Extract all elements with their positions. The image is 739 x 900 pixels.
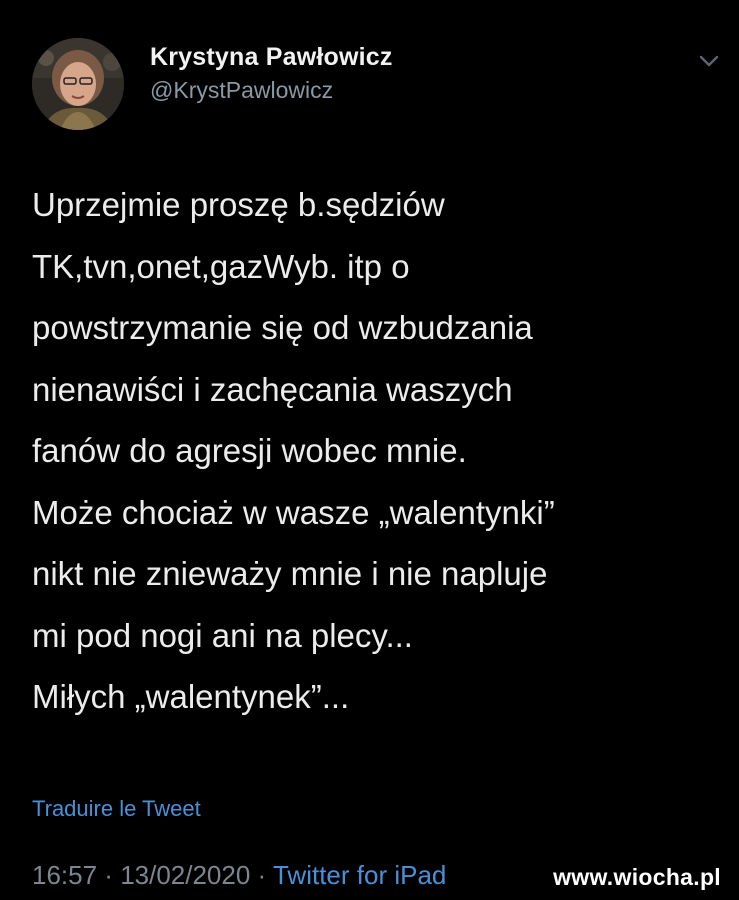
author-handle[interactable]: @KrystPawlowicz xyxy=(150,74,393,106)
author-display-name[interactable]: Krystyna Pawłowicz xyxy=(150,42,393,72)
tweet-time[interactable]: 16:57 xyxy=(32,860,97,890)
tweet-header: Krystyna Pawłowicz @KrystPawlowicz xyxy=(32,38,722,130)
tweet-date[interactable]: 13/02/2020 xyxy=(120,860,250,890)
tweet-source-link[interactable]: Twitter for iPad xyxy=(273,860,446,890)
tweet-text: Uprzejmie proszę b.sędziów TK,tvn,onet,g… xyxy=(32,186,555,715)
profile-photo-icon xyxy=(32,38,124,130)
watermark: www.wiocha.pl xyxy=(553,864,721,890)
chevron-down-icon[interactable] xyxy=(696,52,722,70)
tweet-meta: 16:57 · 13/02/2020 · Twitter for iPad xyxy=(32,860,446,891)
meta-separator: · xyxy=(97,860,121,890)
meta-separator: · xyxy=(250,860,273,890)
avatar[interactable] xyxy=(32,38,124,130)
translate-tweet-link[interactable]: Traduire le Tweet xyxy=(32,796,201,822)
author-names: Krystyna Pawłowicz @KrystPawlowicz xyxy=(150,42,393,106)
